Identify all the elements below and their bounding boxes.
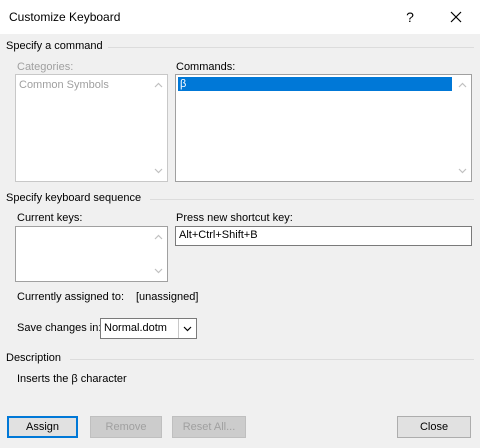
- dropdown-button[interactable]: [178, 319, 196, 338]
- title-bar: Customize Keyboard ?: [0, 0, 480, 34]
- divider: [108, 47, 474, 48]
- command-item-beta[interactable]: β: [178, 77, 452, 91]
- commands-label: Commands:: [176, 61, 236, 73]
- commands-listbox[interactable]: β: [175, 74, 472, 182]
- description-text: Inserts the β character: [17, 373, 127, 385]
- save-changes-select[interactable]: Normal.dotm: [100, 318, 197, 339]
- help-icon: ?: [406, 9, 414, 25]
- specify-command-heading: Specify a command: [6, 40, 103, 52]
- close-window-button[interactable]: [436, 3, 476, 31]
- categories-label: Categories:: [17, 61, 74, 73]
- scroll-down-icon: [154, 168, 163, 174]
- save-changes-value: Normal.dotm: [104, 322, 167, 334]
- help-button[interactable]: ?: [393, 3, 427, 31]
- keyboard-sequence-heading: Specify keyboard sequence: [6, 192, 142, 204]
- current-keys-label: Current keys:: [17, 212, 83, 224]
- scroll-down-icon: [458, 168, 467, 174]
- current-keys-listbox[interactable]: [15, 226, 168, 282]
- remove-button[interactable]: Remove: [90, 416, 162, 438]
- description-heading: Description: [6, 352, 62, 364]
- scroll-down-icon: [154, 268, 163, 274]
- new-shortcut-input[interactable]: Alt+Ctrl+Shift+B: [175, 226, 472, 246]
- categories-scrollbar[interactable]: [150, 75, 167, 181]
- commands-scrollbar[interactable]: [454, 75, 471, 181]
- category-item-common-symbols[interactable]: Common Symbols: [19, 79, 109, 91]
- new-shortcut-label: Press new shortcut key:: [176, 212, 293, 224]
- scroll-up-icon: [458, 82, 467, 88]
- chevron-down-icon: [183, 326, 192, 331]
- currently-assigned-label: Currently assigned to:: [17, 291, 124, 303]
- divider: [70, 359, 474, 360]
- window-title: Customize Keyboard: [9, 10, 121, 24]
- close-icon: [450, 11, 462, 23]
- reset-all-button[interactable]: Reset All...: [172, 416, 246, 438]
- currently-assigned-value: [unassigned]: [136, 291, 199, 303]
- current-keys-scrollbar[interactable]: [150, 227, 167, 281]
- divider: [150, 199, 474, 200]
- assign-button[interactable]: Assign: [7, 416, 78, 438]
- save-changes-label: Save changes in:: [17, 322, 102, 334]
- close-button[interactable]: Close: [397, 416, 471, 438]
- scroll-up-icon: [154, 82, 163, 88]
- scroll-up-icon: [154, 234, 163, 240]
- customize-keyboard-dialog: Customize Keyboard ? Specify a command C…: [0, 0, 480, 448]
- categories-listbox[interactable]: Common Symbols: [15, 74, 168, 182]
